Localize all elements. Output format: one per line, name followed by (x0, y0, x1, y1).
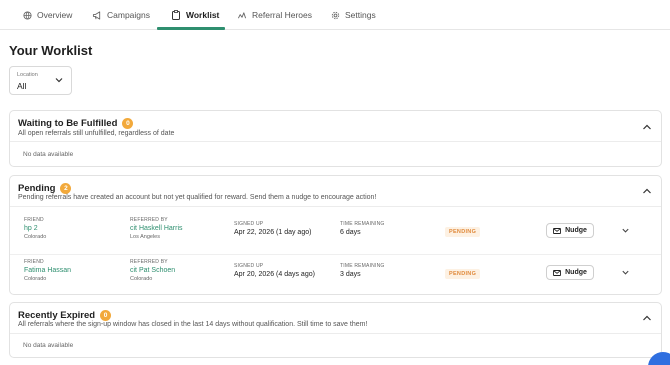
section-subtitle: All open referrals still unfulfilled, re… (18, 130, 175, 137)
divider (10, 141, 661, 142)
nudge-label: Nudge (565, 269, 587, 276)
column-label: SIGNED UP (234, 221, 264, 227)
referrer-name[interactable]: cit Haskell Harris (130, 225, 183, 232)
nudge-button[interactable]: Nudge (546, 265, 594, 280)
chevron-down-icon[interactable] (621, 268, 630, 277)
referred-by-cell: REFERRED BY cit Haskell Harris Los Angel… (130, 217, 183, 240)
location-value: All (17, 81, 27, 91)
table-row: FRIEND hp 2 Colorado REFERRED BY cit Has… (10, 208, 661, 255)
empty-state: No data available (23, 342, 74, 349)
nudge-label: Nudge (565, 227, 587, 234)
tab-label: Campaigns (107, 10, 150, 20)
friend-name[interactable]: hp 2 (24, 225, 46, 232)
clipboard-icon (171, 10, 181, 20)
tab-overview[interactable]: Overview (22, 0, 72, 30)
referrer-location: Los Angeles (130, 234, 160, 240)
column-label: REFERRED BY (130, 217, 168, 223)
chevron-up-icon[interactable] (641, 185, 653, 197)
friend-location: Colorado (24, 234, 47, 240)
tab-settings[interactable]: Settings (330, 0, 376, 30)
tab-label: Worklist (186, 10, 220, 20)
column-label: FRIEND (24, 217, 44, 223)
time-remaining-value: 6 days (340, 229, 361, 236)
divider (10, 206, 661, 207)
section-header: Pending 2 (18, 183, 72, 194)
section-pending: Pending 2 Pending referrals have created… (9, 175, 662, 295)
tab-label: Settings (345, 10, 376, 20)
referrer-name[interactable]: cit Pat Schoen (130, 267, 175, 274)
column-label: SIGNED UP (234, 263, 264, 269)
location-label: Location (17, 72, 38, 78)
friend-location: Colorado (24, 276, 47, 282)
table-row: FRIEND Fatima Hassan Colorado REFERRED B… (10, 254, 661, 301)
count-badge: 0 (100, 310, 112, 321)
heroes-icon (237, 10, 247, 20)
section-subtitle: All referrals where the sign-up window h… (18, 321, 368, 328)
count-badge: 2 (60, 183, 72, 194)
empty-state: No data available (23, 151, 74, 158)
globe-icon (22, 10, 32, 20)
referrer-location: Colorado (130, 276, 153, 282)
tab-label: Overview (37, 10, 73, 20)
column-label: REFERRED BY (130, 259, 168, 265)
page-title: Your Worklist (9, 43, 93, 58)
tab-worklist[interactable]: Worklist (171, 0, 219, 30)
status-badge: PENDING (445, 269, 481, 279)
section-title: Waiting to Be Fulfilled (18, 118, 118, 129)
tab-campaigns[interactable]: Campaigns (92, 0, 150, 30)
column-label: FRIEND (24, 259, 44, 265)
section-waiting: Waiting to Be Fulfilled 0 All open refer… (9, 110, 662, 167)
count-badge: 0 (122, 118, 134, 129)
section-title: Recently Expired (18, 310, 96, 321)
time-remaining-value: 3 days (340, 271, 361, 278)
friend-name[interactable]: Fatima Hassan (24, 267, 71, 274)
tab-label: Referral Heroes (252, 10, 312, 20)
section-subtitle: Pending referrals have created an accoun… (18, 194, 377, 201)
section-header: Waiting to Be Fulfilled 0 (18, 118, 134, 129)
tab-referral-heroes[interactable]: Referral Heroes (237, 0, 312, 30)
nudge-button[interactable]: Nudge (546, 223, 594, 238)
signed-up-date: Apr 22, 2026 (1 day ago) (234, 229, 312, 236)
signed-up-date: Apr 20, 2026 (4 days ago) (234, 271, 315, 278)
divider (10, 333, 661, 334)
chevron-down-icon (55, 78, 63, 83)
section-expired: Recently Expired 0 All referrals where t… (9, 302, 662, 358)
time-remaining-cell: TIME REMAINING 3 days (340, 263, 384, 278)
megaphone-icon (92, 10, 102, 20)
active-tab-indicator (157, 27, 225, 30)
chevron-up-icon[interactable] (641, 121, 653, 133)
gear-icon (330, 10, 340, 20)
referred-by-cell: REFERRED BY cit Pat Schoen Colorado (130, 259, 175, 282)
chevron-up-icon[interactable] (641, 312, 653, 324)
nav-tabs: Overview Campaigns Worklist Referral Her… (0, 0, 670, 30)
status-badge: PENDING (445, 227, 481, 237)
section-title: Pending (18, 183, 56, 194)
column-label: TIME REMAINING (340, 221, 385, 227)
chevron-down-icon[interactable] (621, 226, 630, 235)
mail-icon (553, 269, 562, 276)
mail-icon (553, 227, 562, 234)
section-header: Recently Expired 0 (18, 310, 112, 321)
location-select[interactable]: Location All (9, 66, 72, 95)
column-label: TIME REMAINING (340, 263, 385, 269)
signed-up-cell: SIGNED UP Apr 20, 2026 (4 days ago) (234, 263, 315, 278)
friend-cell: FRIEND hp 2 Colorado (24, 217, 46, 240)
time-remaining-cell: TIME REMAINING 6 days (340, 221, 384, 236)
friend-cell: FRIEND Fatima Hassan Colorado (24, 259, 71, 282)
signed-up-cell: SIGNED UP Apr 22, 2026 (1 day ago) (234, 221, 311, 236)
